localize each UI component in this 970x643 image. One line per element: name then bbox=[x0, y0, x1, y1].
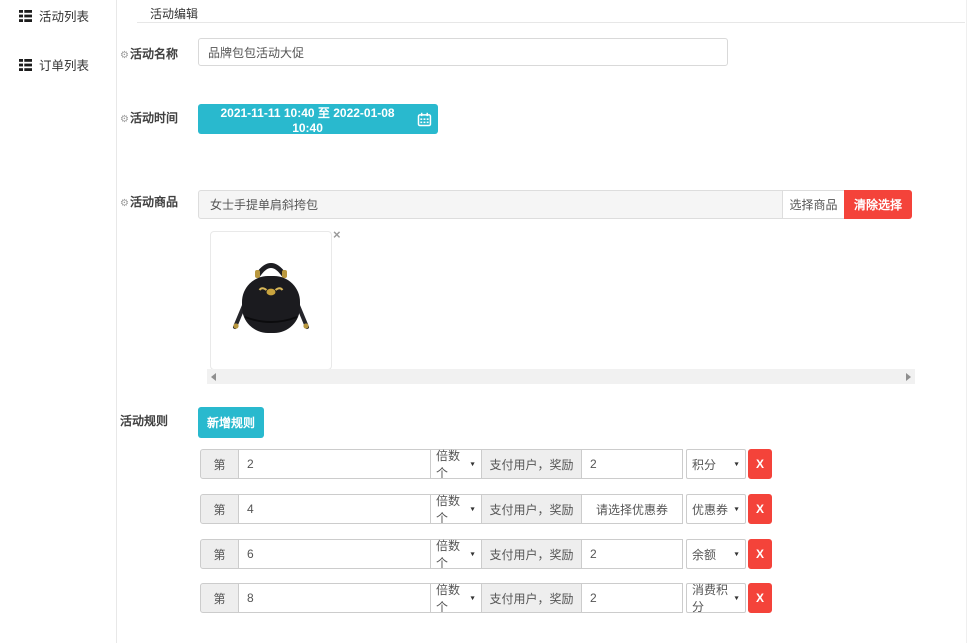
gear-icon: ⚙ bbox=[120, 114, 129, 125]
rule-middle-addon: 支付用户，奖励 bbox=[481, 449, 582, 479]
rule-middle-addon: 支付用户，奖励 bbox=[481, 494, 582, 524]
select-product-button[interactable]: 选择商品 bbox=[782, 190, 845, 219]
gear-icon: ⚙ bbox=[120, 50, 129, 61]
rule-unit-select[interactable]: 倍数个▼ bbox=[430, 449, 482, 479]
tab-activity-edit[interactable]: 活动编辑 bbox=[150, 5, 198, 22]
rule-unit-select[interactable]: 倍数个▼ bbox=[430, 583, 482, 613]
rule-middle-addon: 支付用户，奖励 bbox=[481, 539, 582, 569]
remove-rule-button[interactable]: X bbox=[748, 583, 772, 613]
rule-row: 第 倍数个▼ 支付用户，奖励 请选择优惠券 优惠券▼ X bbox=[200, 494, 772, 524]
scrollbar-track-right bbox=[966, 0, 967, 643]
remove-product-icon[interactable]: × bbox=[333, 228, 341, 241]
rule-reward-input[interactable] bbox=[581, 539, 683, 569]
date-range-text: 2021-11-11 10:40 至 2022-01-08 10:40 bbox=[204, 104, 411, 135]
tab-bar: 活动编辑 bbox=[137, 0, 965, 23]
activity-edit-page: 活动列表 订单列表 活动编辑 ⚙活动名称 ⚙活动时间 2021-11-11 10… bbox=[0, 0, 970, 643]
product-thumbnail-card bbox=[210, 231, 332, 370]
rule-type-select[interactable]: 积分▼ bbox=[686, 449, 746, 479]
rule-count-input[interactable] bbox=[238, 449, 431, 479]
chevron-down-icon: ▼ bbox=[733, 506, 740, 512]
th-list-icon bbox=[19, 10, 32, 22]
scroll-right-icon[interactable] bbox=[906, 373, 911, 381]
remove-rule-button[interactable]: X bbox=[748, 449, 772, 479]
rule-count-input[interactable] bbox=[238, 583, 431, 613]
rule-reward-input[interactable] bbox=[581, 449, 683, 479]
rule-prefix-addon: 第 bbox=[200, 539, 239, 569]
calendar-icon bbox=[417, 112, 432, 127]
chevron-down-icon: ▼ bbox=[469, 506, 476, 512]
activity-rules-label: 活动规则 bbox=[120, 412, 168, 429]
rule-row: 第 倍数个▼ 支付用户，奖励 消费积分▼ X bbox=[200, 583, 772, 613]
rule-unit-select[interactable]: 倍数个▼ bbox=[430, 539, 482, 569]
remove-rule-button[interactable]: X bbox=[748, 539, 772, 569]
sidebar-item-label: 订单列表 bbox=[39, 55, 89, 74]
rule-type-select[interactable]: 优惠券▼ bbox=[686, 494, 746, 524]
sidebar: 活动列表 订单列表 bbox=[0, 0, 117, 643]
rule-reward-input[interactable] bbox=[581, 583, 683, 613]
add-rule-button[interactable]: 新增规则 bbox=[198, 407, 264, 438]
choose-coupon-button[interactable]: 请选择优惠券 bbox=[581, 494, 683, 524]
sidebar-item-activity-list[interactable]: 活动列表 bbox=[19, 6, 89, 25]
chevron-down-icon: ▼ bbox=[469, 461, 476, 467]
rule-row: 第 倍数个▼ 支付用户，奖励 余额▼ X bbox=[200, 539, 772, 569]
horizontal-scrollbar[interactable] bbox=[207, 369, 915, 384]
rule-type-select[interactable]: 余额▼ bbox=[686, 539, 746, 569]
remove-rule-button[interactable]: X bbox=[748, 494, 772, 524]
rule-type-select[interactable]: 消费积分▼ bbox=[686, 583, 746, 613]
chevron-down-icon: ▼ bbox=[733, 551, 740, 557]
sidebar-item-order-list[interactable]: 订单列表 bbox=[19, 55, 89, 74]
gear-icon: ⚙ bbox=[120, 198, 129, 209]
rule-prefix-addon: 第 bbox=[200, 583, 239, 613]
chevron-down-icon: ▼ bbox=[469, 551, 476, 557]
rule-unit-select[interactable]: 倍数个▼ bbox=[430, 494, 482, 524]
chevron-down-icon: ▼ bbox=[469, 595, 476, 601]
rule-row: 第 倍数个▼ 支付用户，奖励 积分▼ X bbox=[200, 449, 772, 479]
chevron-down-icon: ▼ bbox=[733, 595, 740, 601]
date-range-button[interactable]: 2021-11-11 10:40 至 2022-01-08 10:40 bbox=[198, 104, 438, 134]
th-list-icon bbox=[19, 59, 32, 71]
product-name-field[interactable]: 女士手提单肩斜挎包 bbox=[198, 190, 783, 219]
clear-selection-button[interactable]: 清除选择 bbox=[844, 190, 912, 219]
activity-name-input[interactable] bbox=[198, 38, 728, 66]
activity-time-label: ⚙活动时间 bbox=[120, 109, 178, 126]
scroll-left-icon[interactable] bbox=[211, 373, 216, 381]
handbag-image bbox=[228, 249, 314, 353]
rule-middle-addon: 支付用户，奖励 bbox=[481, 583, 582, 613]
sidebar-item-label: 活动列表 bbox=[39, 6, 89, 25]
activity-name-label: ⚙活动名称 bbox=[120, 45, 178, 62]
rule-prefix-addon: 第 bbox=[200, 449, 239, 479]
chevron-down-icon: ▼ bbox=[733, 461, 740, 467]
rule-count-input[interactable] bbox=[238, 494, 431, 524]
rule-prefix-addon: 第 bbox=[200, 494, 239, 524]
rule-count-input[interactable] bbox=[238, 539, 431, 569]
activity-product-label: ⚙活动商品 bbox=[120, 193, 178, 210]
